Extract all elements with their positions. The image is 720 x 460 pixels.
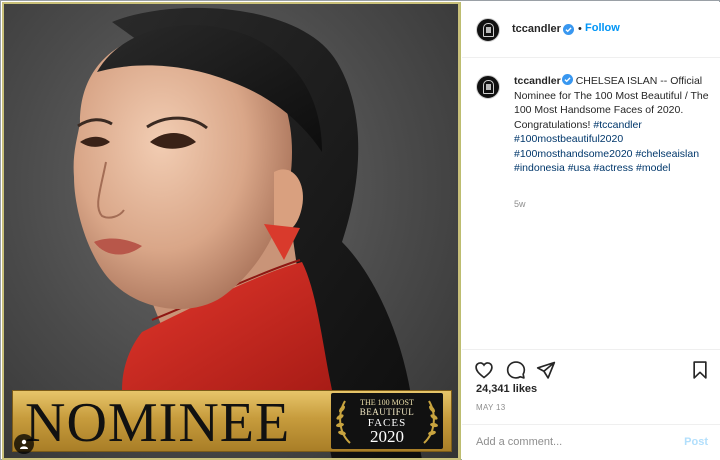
hashtag-link[interactable]: #model xyxy=(636,162,670,174)
bookmark-icon[interactable] xyxy=(690,360,710,380)
badge-line-1: THE 100 MOST xyxy=(360,398,414,407)
hashtag-link[interactable]: #100mosthandsome2020 xyxy=(514,148,633,160)
caption-avatar[interactable] xyxy=(476,75,500,99)
post-image[interactable]: NOMINEE THE 100 MOST BEAUTIFUL FACES 202… xyxy=(2,2,461,460)
hashtag-link[interactable]: #chelseaislan xyxy=(635,148,699,160)
caption-username[interactable]: tccandler xyxy=(514,75,561,87)
verified-badge-icon xyxy=(561,74,573,85)
hashtag-link[interactable]: #tccandler xyxy=(593,119,641,131)
hashtag-link[interactable]: #actress xyxy=(593,162,633,174)
follow-button[interactable]: Follow xyxy=(585,22,620,34)
comment-bar: Post xyxy=(462,424,720,460)
paper-plane-icon[interactable] xyxy=(536,360,556,380)
comment-input[interactable] xyxy=(476,436,666,448)
post-side-panel: tccandler • Follow tccandler CHELSEA ISLA… xyxy=(462,2,720,460)
header-username[interactable]: tccandler xyxy=(512,23,561,35)
post-window: NOMINEE THE 100 MOST BEAUTIFUL FACES 202… xyxy=(0,0,720,460)
person-tag-icon xyxy=(20,439,28,449)
hashtag-link[interactable]: #usa xyxy=(568,162,591,174)
badge-line-2: BEAUTIFUL xyxy=(359,407,415,417)
verified-badge-icon xyxy=(563,24,574,35)
post-date[interactable]: MAY 13 xyxy=(476,403,506,412)
post-comment-button[interactable]: Post xyxy=(684,436,708,448)
likes-count[interactable]: 24,341 likes xyxy=(476,383,537,395)
caption-text: tccandler CHELSEA ISLAN -- Official Nomin… xyxy=(514,74,710,176)
caption-section: tccandler CHELSEA ISLAN -- Official Nomin… xyxy=(462,59,720,349)
action-bar xyxy=(462,349,720,387)
heart-icon[interactable] xyxy=(474,360,494,380)
caption-time[interactable]: 5w xyxy=(514,199,526,209)
avatar[interactable] xyxy=(476,18,500,42)
nominee-banner: NOMINEE THE 100 MOST BEAUTIFUL FACES 202… xyxy=(12,390,452,454)
hashtag-link[interactable]: #100mostbeautiful2020 xyxy=(514,133,623,145)
hashtag-link[interactable]: #indonesia xyxy=(514,162,565,174)
banner-word: NOMINEE xyxy=(25,392,291,454)
post-header: tccandler • Follow xyxy=(462,2,720,58)
tagged-people-button[interactable] xyxy=(14,434,34,454)
award-badge: THE 100 MOST BEAUTIFUL FACES 2020 xyxy=(331,393,443,449)
separator-dot: • xyxy=(578,23,582,35)
badge-year: 2020 xyxy=(370,427,404,446)
comment-icon[interactable] xyxy=(506,360,526,380)
